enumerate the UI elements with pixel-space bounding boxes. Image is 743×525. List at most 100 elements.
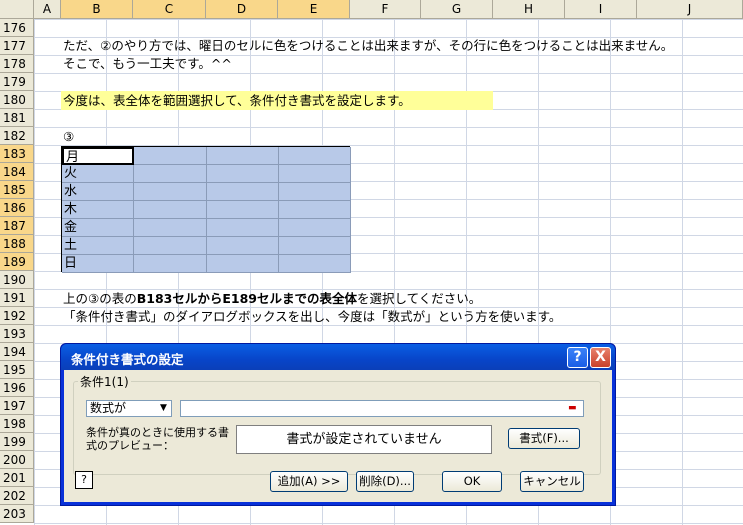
table-cell[interactable]: [134, 165, 207, 183]
table-cell[interactable]: [134, 183, 207, 201]
table-cell[interactable]: [279, 237, 351, 255]
table-cell[interactable]: [279, 255, 351, 273]
row-header-199[interactable]: 199: [0, 433, 34, 451]
row-header-184[interactable]: 184: [0, 163, 34, 181]
row-header-180[interactable]: 180: [0, 91, 34, 109]
row-182-text: ③: [63, 129, 75, 144]
row-header-178[interactable]: 178: [0, 55, 34, 73]
column-header-e[interactable]: E: [278, 0, 350, 19]
row-header-193[interactable]: 193: [0, 325, 34, 343]
column-header-h[interactable]: H: [493, 0, 565, 19]
condition-type-select[interactable]: 数式が ▼: [86, 400, 172, 417]
table-cell[interactable]: [134, 255, 207, 273]
row-header-195[interactable]: 195: [0, 361, 34, 379]
row-header-177[interactable]: 177: [0, 37, 34, 55]
row-header-191[interactable]: 191: [0, 289, 34, 307]
help-question-icon[interactable]: ?: [75, 471, 93, 489]
row-header-176[interactable]: 176: [0, 19, 34, 37]
row-header-185[interactable]: 185: [0, 181, 34, 199]
table-cell[interactable]: [279, 165, 351, 183]
table-cell[interactable]: [279, 201, 351, 219]
table-cell[interactable]: [207, 237, 279, 255]
row-header-203[interactable]: 203: [0, 505, 34, 523]
dialog-titlebar[interactable]: 条件付き書式の設定 ? X: [61, 344, 615, 370]
chevron-down-icon[interactable]: ▼: [156, 401, 171, 416]
day-label: 火: [64, 166, 78, 181]
row-header-189[interactable]: 189: [0, 253, 34, 271]
row-191-part1: 上の③の表の: [63, 291, 137, 306]
column-header-i[interactable]: I: [565, 0, 637, 19]
table-cell[interactable]: 水: [62, 183, 134, 201]
conditional-format-dialog: 条件付き書式の設定 ? X 条件1(1) 数式が ▼ ▬ 条件が真のときに使用す…: [60, 343, 616, 506]
table-cell[interactable]: [279, 219, 351, 237]
row-header-192[interactable]: 192: [0, 307, 34, 325]
column-header-g[interactable]: G: [421, 0, 493, 19]
row-header-182[interactable]: 182: [0, 127, 34, 145]
row-180-text: 今度は、表全体を範囲選択して、条件付き書式を設定します。: [63, 93, 411, 108]
column-header-c[interactable]: C: [133, 0, 206, 19]
row-header-197[interactable]: 197: [0, 397, 34, 415]
day-label: 金: [64, 220, 78, 235]
table-cell[interactable]: [134, 201, 207, 219]
table-cell[interactable]: [134, 237, 207, 255]
spreadsheet: ABCDEFGHIJ 176 177 178 179 180 181 182 183 184 18…: [0, 0, 743, 525]
format-button[interactable]: 書式(F)...: [508, 428, 580, 449]
table-cell[interactable]: [207, 201, 279, 219]
dialog-title: 条件付き書式の設定: [71, 352, 184, 367]
condition-label: 条件1(1): [78, 373, 131, 390]
day-label: 日: [64, 256, 78, 271]
row-header-186[interactable]: 186: [0, 199, 34, 217]
table-cell[interactable]: [207, 147, 279, 165]
day-label: 土: [64, 238, 78, 253]
day-table[interactable]: 月火水木金土日: [61, 146, 351, 273]
column-header-j[interactable]: J: [637, 0, 743, 19]
column-header-a[interactable]: A: [34, 0, 61, 19]
row-header-181[interactable]: 181: [0, 109, 34, 127]
table-cell[interactable]: 木: [62, 201, 134, 219]
table-cell[interactable]: 火: [62, 165, 134, 183]
format-preview: 書式が設定されていません: [236, 425, 492, 454]
table-cell[interactable]: [207, 165, 279, 183]
row-header-198[interactable]: 198: [0, 415, 34, 433]
row-header-200[interactable]: 200: [0, 451, 34, 469]
table-cell[interactable]: [134, 219, 207, 237]
help-button[interactable]: ?: [567, 347, 588, 368]
table-cell[interactable]: [207, 219, 279, 237]
condition-type-value: 数式が: [90, 401, 127, 415]
column-header-b[interactable]: B: [61, 0, 133, 19]
column-header-d[interactable]: D: [206, 0, 278, 19]
formula-input[interactable]: ▬: [180, 400, 584, 417]
row-header-188[interactable]: 188: [0, 235, 34, 253]
row-header-201[interactable]: 201: [0, 469, 34, 487]
row-header-202[interactable]: 202: [0, 487, 34, 505]
row-191-part3: を選択してください。: [356, 291, 482, 306]
row-177-text: ただ、②のやり方では、曜日のセルに色をつけることは出来ますが、その行に色をつける…: [63, 38, 674, 53]
row-192-text: 「条件付き書式」のダイアログボックスを出し、今度は「数式が」という方を使います。: [63, 309, 562, 324]
row-header-190[interactable]: 190: [0, 271, 34, 289]
row-header-179[interactable]: 179: [0, 73, 34, 91]
day-label: 木: [64, 202, 78, 217]
table-cell[interactable]: [279, 147, 351, 165]
table-cell[interactable]: [207, 183, 279, 201]
table-cell[interactable]: [134, 147, 207, 165]
dialog-body: 条件1(1) 数式が ▼ ▬ 条件が真のときに使用する書式のプレビュー： 書式が…: [64, 370, 612, 502]
row-header-194[interactable]: 194: [0, 343, 34, 361]
ok-button[interactable]: OK: [442, 471, 502, 492]
row-header-183[interactable]: 183: [0, 145, 34, 163]
delete-button[interactable]: 削除(D)...: [356, 471, 414, 492]
row-header-196[interactable]: 196: [0, 379, 34, 397]
close-button[interactable]: X: [590, 347, 611, 368]
table-cell[interactable]: [279, 183, 351, 201]
row-header-187[interactable]: 187: [0, 217, 34, 235]
table-cell[interactable]: 月: [62, 147, 134, 165]
cancel-button[interactable]: キャンセル: [520, 471, 584, 492]
select-all-corner[interactable]: [0, 0, 34, 19]
table-cell[interactable]: 土: [62, 237, 134, 255]
add-button[interactable]: 追加(A) >>: [270, 471, 348, 492]
table-cell[interactable]: [207, 255, 279, 273]
column-header-f[interactable]: F: [350, 0, 421, 19]
row-191-text: 上の③の表のB183セルからE189セルまでの表全体を選択してください。: [63, 290, 481, 308]
table-cell[interactable]: 日: [62, 255, 134, 273]
table-cell[interactable]: 金: [62, 219, 134, 237]
range-select-icon[interactable]: ▬: [568, 403, 581, 414]
